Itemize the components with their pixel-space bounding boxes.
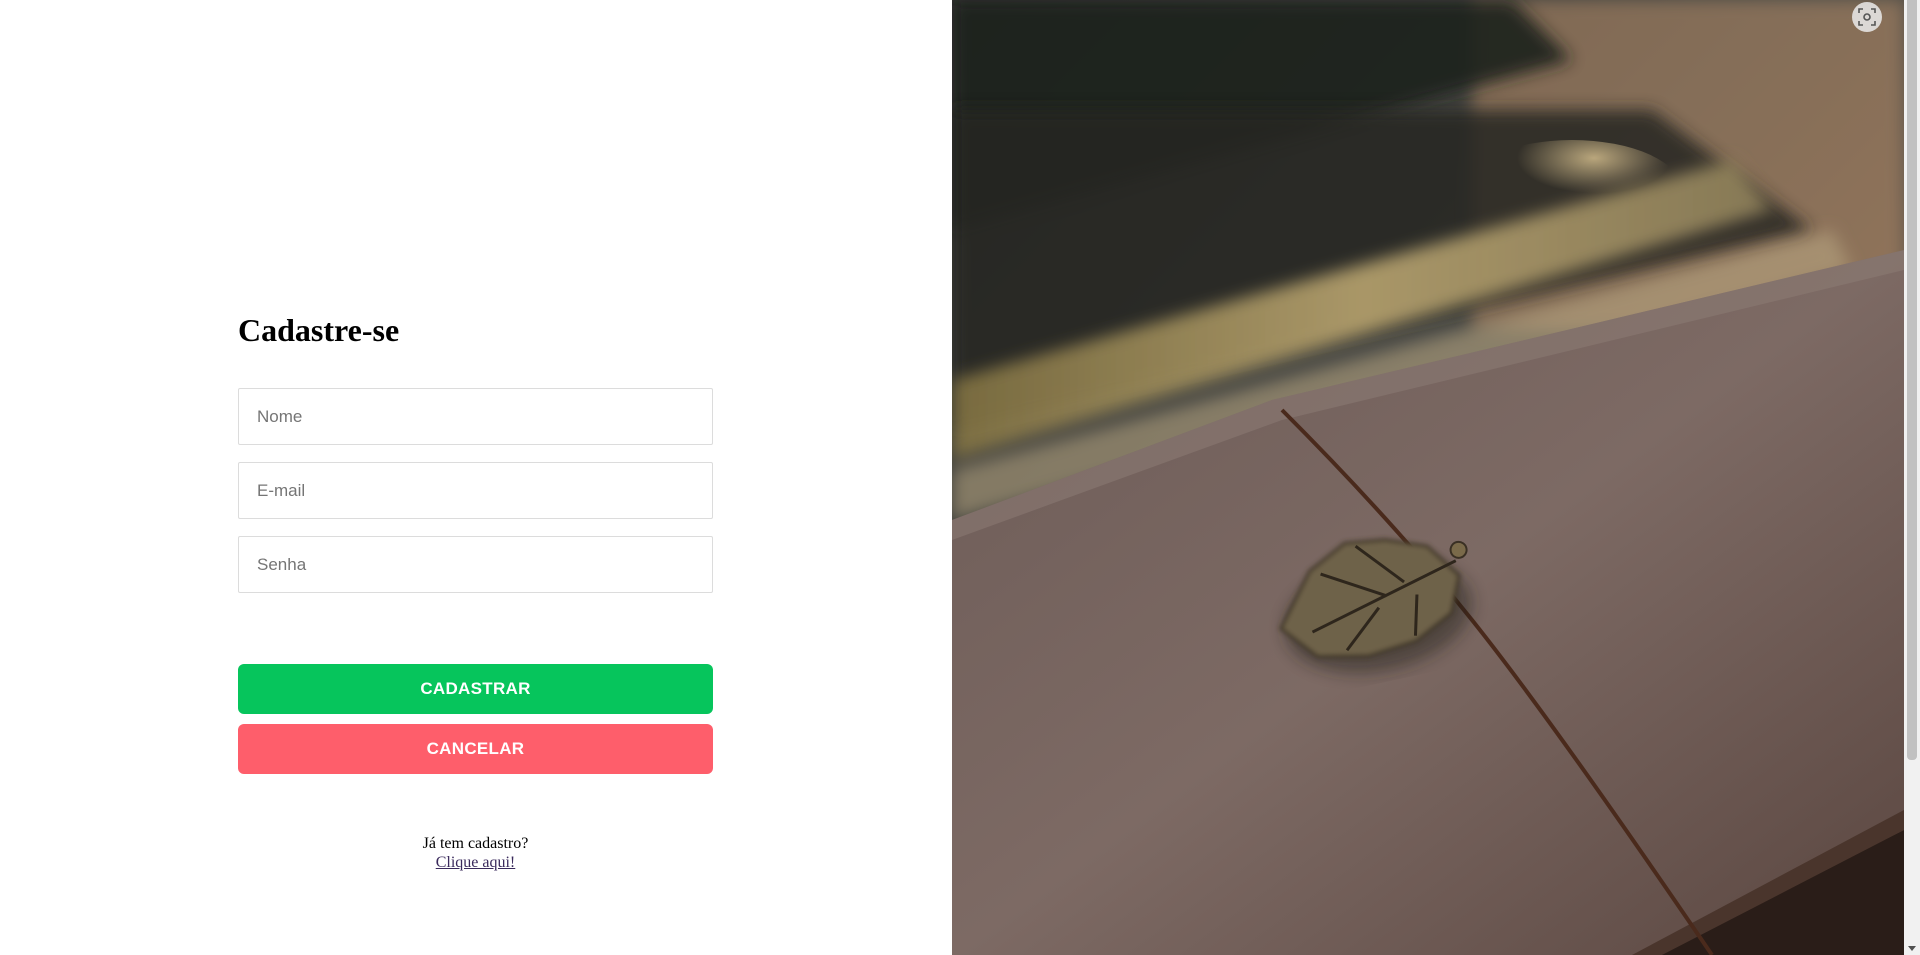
page-title: Cadastre-se (238, 312, 400, 348)
scroll-down-arrow-icon[interactable] (1908, 946, 1916, 951)
password-field[interactable] (238, 536, 713, 593)
login-link[interactable]: Clique aqui! (436, 854, 516, 871)
login-hint: Já tem cadastro? Clique aqui! (238, 834, 713, 872)
cancel-button[interactable]: CANCELAR (238, 724, 713, 774)
email-field[interactable] (238, 462, 713, 519)
scrollbar-thumb[interactable] (1907, 0, 1917, 760)
visual-search-icon[interactable] (1852, 2, 1882, 32)
login-prompt: Já tem cadastro? (422, 835, 529, 852)
name-field[interactable] (238, 388, 713, 445)
register-button[interactable]: CADASTRAR (238, 664, 713, 714)
signup-form: Cadastre-se CADASTRAR CANCELAR Já tem ca… (238, 310, 713, 872)
page: Cadastre-se CADASTRAR CANCELAR Já tem ca… (0, 0, 1920, 955)
notebook-photo (952, 0, 1904, 955)
signup-panel: Cadastre-se CADASTRAR CANCELAR Já tem ca… (0, 0, 952, 955)
page-scrollbar[interactable] (1904, 0, 1920, 955)
